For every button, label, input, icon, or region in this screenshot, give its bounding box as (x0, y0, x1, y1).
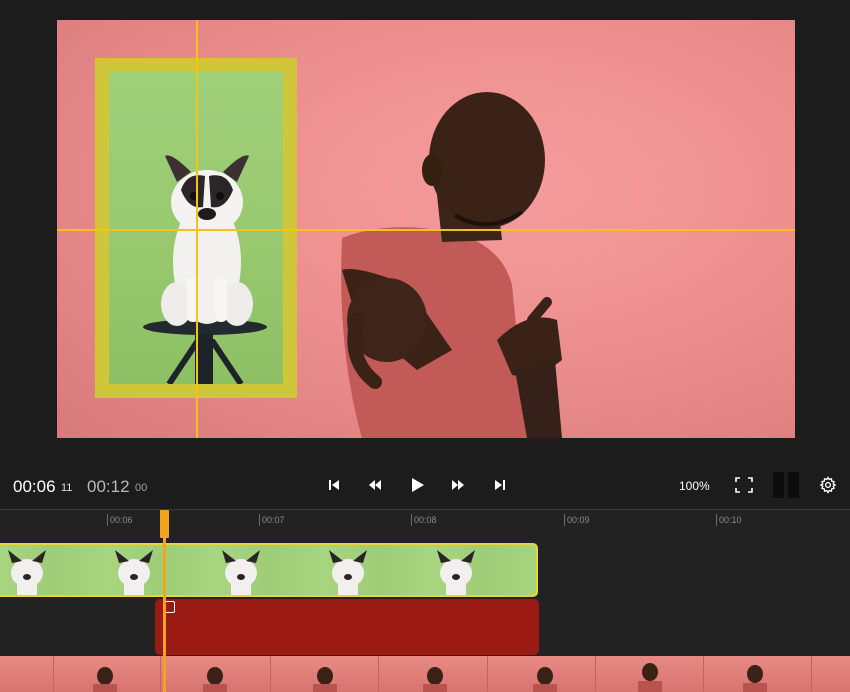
timeline-ruler[interactable]: 00:06 00:07 00:08 00:09 00:10 (0, 510, 850, 532)
main-video-clip[interactable] (0, 656, 850, 692)
main-clip-thumbnails (93, 663, 767, 692)
horizontal-alignment-guide (57, 229, 795, 231)
playhead[interactable] (160, 510, 169, 692)
preview-canvas[interactable] (57, 20, 795, 438)
fast-forward-icon (452, 480, 464, 490)
total-frames: 00 (135, 482, 148, 494)
rewind-button[interactable] (364, 474, 386, 496)
overlay-clip[interactable] (0, 543, 538, 597)
zoom-level[interactable]: 100% (679, 479, 710, 493)
current-frames: 11 (61, 482, 73, 494)
ruler-tick: 00:06 (107, 514, 133, 526)
ruler-tick: 00:07 (259, 514, 285, 526)
split-view-icon (773, 472, 784, 498)
split-view-button[interactable] (773, 472, 799, 498)
rewind-icon (369, 480, 381, 490)
skip-to-end-icon (495, 480, 505, 490)
timeline[interactable]: 00:06 00:07 00:08 00:09 00:10 (0, 509, 850, 692)
fast-forward-button[interactable] (447, 474, 469, 496)
skip-to-start-button[interactable] (323, 474, 345, 496)
ruler-tick: 00:09 (564, 514, 590, 526)
fullscreen-button[interactable] (733, 474, 755, 496)
ruler-tick: 00:08 (411, 514, 437, 526)
gear-icon (819, 476, 837, 494)
skip-to-end-button[interactable] (489, 474, 511, 496)
fullscreen-icon (735, 477, 753, 493)
ruler-tick: 00:10 (716, 514, 742, 526)
effect-clip[interactable] (155, 599, 539, 655)
transport-bar: 00:06 11 00:12 00 100% (0, 461, 850, 509)
video-preview (0, 0, 850, 461)
skip-to-start-icon (329, 480, 339, 490)
total-duration: 00:12 (87, 477, 130, 496)
play-button[interactable] (406, 474, 428, 496)
overlay-clip-thumbnails (8, 550, 475, 595)
playhead-handle[interactable] (160, 510, 169, 538)
play-icon (411, 478, 424, 492)
settings-button[interactable] (817, 474, 839, 496)
current-timecode: 00:06 (13, 477, 56, 496)
